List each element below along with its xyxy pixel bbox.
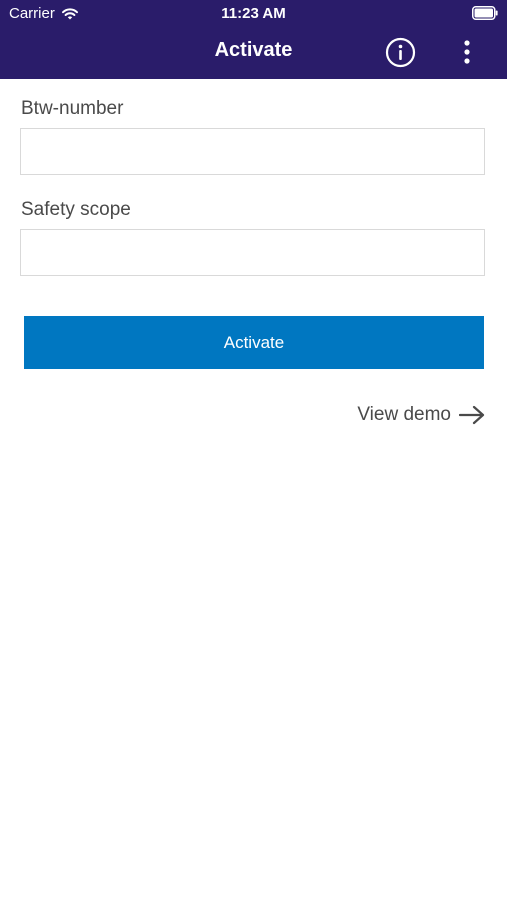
view-demo-link[interactable]: View demo (357, 404, 485, 426)
activate-screen: Carrier 11:23 AM Activate Btw-number Saf… (0, 0, 507, 900)
arrow-right-icon (459, 405, 485, 425)
status-bar: Carrier 11:23 AM (0, 0, 507, 28)
info-icon[interactable] (385, 37, 416, 68)
btw-number-input[interactable] (20, 128, 485, 175)
activate-button[interactable]: Activate (24, 316, 484, 369)
safety-scope-label: Safety scope (21, 199, 131, 220)
view-demo-label: View demo (357, 404, 451, 425)
safety-scope-input[interactable] (20, 229, 485, 276)
app-header: Carrier 11:23 AM Activate (0, 0, 507, 79)
nav-bar: Activate (0, 28, 507, 79)
status-time: 11:23 AM (221, 5, 286, 22)
btw-number-label: Btw-number (21, 98, 124, 119)
more-options-icon[interactable] (457, 38, 477, 68)
page-title: Activate (214, 39, 293, 61)
battery-icon (472, 6, 498, 20)
